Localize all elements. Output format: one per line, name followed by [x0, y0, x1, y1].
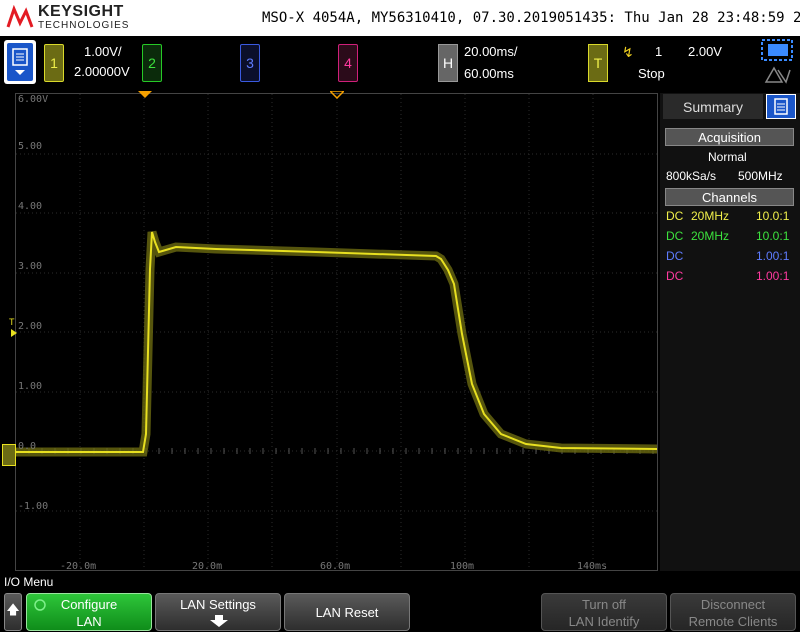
- instrument-info: MSO-X 4054A, MY56310410, 07.30.201905143…: [262, 10, 800, 26]
- keysight-logo: KEYSIGHT TECHNOLOGIES: [6, 3, 146, 33]
- menu-title: I/O Menu: [4, 575, 54, 589]
- waveform-display[interactable]: [15, 93, 658, 571]
- svg-text:T: T: [9, 317, 15, 327]
- channel-3-button[interactable]: 3: [240, 44, 260, 82]
- configure-lan-label-2: LAN: [76, 614, 102, 629]
- turn-off-label-2: LAN Identify: [568, 614, 640, 629]
- title-bar: KEYSIGHT TECHNOLOGIES MSO-X 4054A, MY563…: [0, 0, 800, 36]
- y-label-5: 1.00: [18, 381, 43, 392]
- menu-icon: [12, 48, 28, 75]
- channel-4-button[interactable]: 4: [338, 44, 358, 82]
- ch3-probe: 1.00:1: [756, 249, 790, 263]
- y-label-1: 5.00: [18, 141, 43, 152]
- time-reference-marker[interactable]: [330, 91, 344, 99]
- y-label-7: -1.00: [18, 501, 49, 512]
- summary-panel: [660, 93, 800, 571]
- back-up-button[interactable]: 🡅: [4, 593, 22, 631]
- horizontal-delay: 60.00ms: [464, 66, 514, 81]
- trigger-source: 1: [655, 44, 663, 59]
- configure-lan-button[interactable]: Configure LAN: [26, 593, 152, 631]
- horizontal-scale: 20.00ms/: [464, 44, 518, 59]
- acquisition-header[interactable]: Acquisition: [665, 128, 794, 146]
- brand-subtitle: TECHNOLOGIES: [38, 20, 130, 31]
- run-state: Stop: [638, 66, 665, 81]
- y-label-4: 2.00: [18, 321, 43, 332]
- turn-off-label-1: Turn off: [581, 597, 627, 612]
- bandwidth: 500MHz: [738, 169, 783, 183]
- ch1-bw-limit: 20MHz: [691, 209, 730, 223]
- ch1-probe: 10.0:1: [756, 209, 790, 223]
- channel-1-offset: 2.00000V: [74, 64, 130, 79]
- disconnect-remote-clients-button[interactable]: Disconnect Remote Clients: [670, 593, 796, 631]
- trigger-position-marker[interactable]: [138, 91, 152, 99]
- brand-name: KEYSIGHT: [38, 3, 124, 20]
- ch4-coupling: DC: [666, 269, 684, 283]
- graticule: [15, 94, 658, 570]
- touch-tools-icon[interactable]: [760, 38, 796, 86]
- x-label-2: 60.0m: [320, 561, 351, 572]
- tab-summary[interactable]: Summary: [663, 94, 763, 119]
- y-label-0: 6.00V: [18, 94, 49, 105]
- ch2-coupling: DC: [666, 229, 684, 243]
- lan-reset-label: LAN Reset: [315, 605, 379, 620]
- channel-1-button[interactable]: 1: [44, 44, 64, 82]
- y-label-6: 0.0: [18, 441, 37, 452]
- ch2-bw-limit: 20MHz: [691, 229, 730, 243]
- disconnect-label-2: Remote Clients: [688, 614, 778, 629]
- submenu-down-arrow-icon: [210, 615, 228, 627]
- ch1-coupling: DC: [666, 209, 684, 223]
- horizontal-button[interactable]: H: [438, 44, 458, 82]
- up-arrow-icon: 🡅: [6, 602, 20, 617]
- lan-settings-button[interactable]: LAN Settings: [155, 593, 281, 631]
- rotate-knob-icon: [34, 599, 46, 611]
- x-label-0: -20.0m: [60, 561, 97, 572]
- main-menu-button[interactable]: [4, 40, 36, 84]
- turn-off-lan-identify-button[interactable]: Turn off LAN Identify: [541, 593, 667, 631]
- sidebar-menu-icon[interactable]: [766, 94, 796, 119]
- channel-2-button[interactable]: 2: [142, 44, 162, 82]
- ch2-probe: 10.0:1: [756, 229, 790, 243]
- ch3-coupling: DC: [666, 249, 684, 263]
- x-label-1: 20.0m: [192, 561, 223, 572]
- channel-1-scale: 1.00V/: [84, 44, 122, 59]
- ch4-probe: 1.00:1: [756, 269, 790, 283]
- sample-rate: 800kSa/s: [666, 169, 717, 183]
- lan-settings-label: LAN Settings: [180, 597, 256, 612]
- x-label-3: 100m: [450, 561, 475, 572]
- lan-reset-button[interactable]: LAN Reset: [284, 593, 410, 631]
- keysight-wave-icon: [6, 5, 34, 28]
- trigger-button[interactable]: T: [588, 44, 608, 82]
- channels-header[interactable]: Channels: [665, 188, 794, 206]
- trigger-level: 2.00V: [688, 44, 722, 59]
- y-label-2: 4.00: [18, 201, 43, 212]
- y-label-3: 3.00: [18, 261, 43, 272]
- disconnect-label-1: Disconnect: [700, 597, 766, 612]
- x-label-4: 140ms: [577, 561, 608, 572]
- channel-1-ground-marker[interactable]: [2, 444, 16, 466]
- acquisition-mode: Normal: [708, 150, 747, 164]
- rising-edge-icon: ↯: [622, 44, 634, 60]
